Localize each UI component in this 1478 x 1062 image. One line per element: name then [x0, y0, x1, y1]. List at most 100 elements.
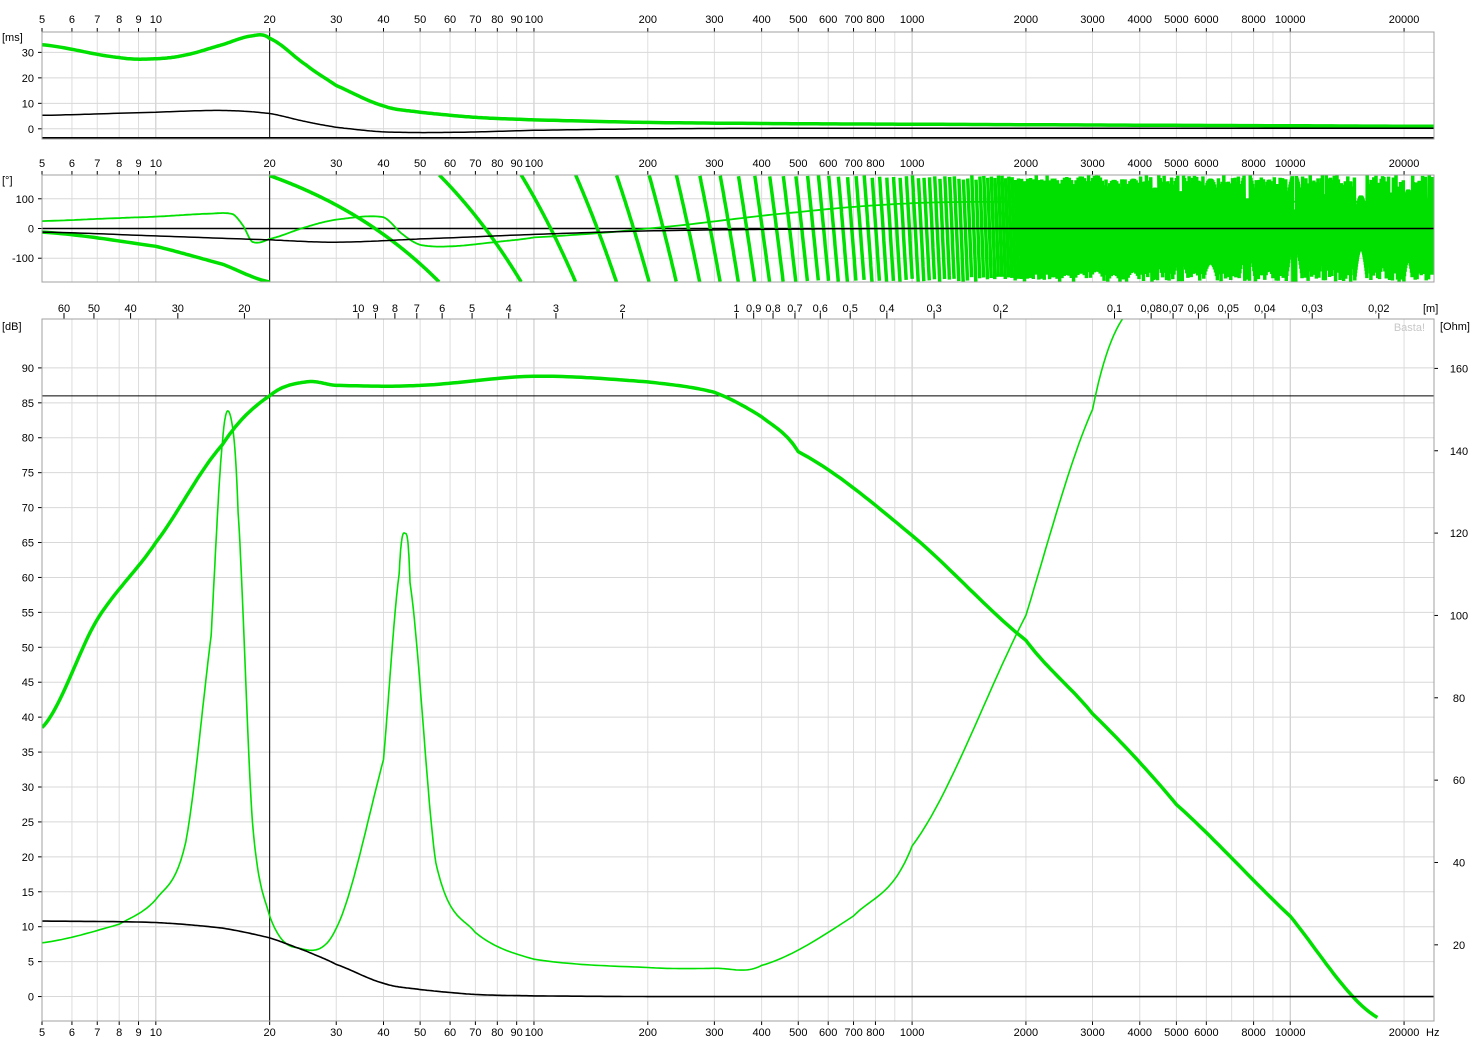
x-tick-label: 90 [511, 1027, 523, 1039]
x-tick-label: 8 [116, 14, 122, 26]
x-tick-label: 30 [330, 14, 342, 26]
x-tick-label: 1000 [900, 158, 924, 170]
x-tick-label: 50 [414, 1027, 426, 1039]
wavelength-tick-label: 0,05 [1218, 303, 1239, 315]
wavelength-tick-label: 2 [619, 303, 625, 315]
x-tick-label: 7 [94, 1027, 100, 1039]
y-tick-label: 100 [16, 194, 34, 206]
wavelength-tick-label: 0,8 [765, 303, 780, 315]
y-tick-label: 90 [22, 363, 34, 375]
wavelength-tick-label: 40 [124, 303, 136, 315]
x-tick-label: 5 [39, 158, 45, 170]
x-tick-label: 6 [69, 158, 75, 170]
x-tick-label: 8000 [1241, 158, 1265, 170]
x-tick-label: 5000 [1164, 1027, 1188, 1039]
x-tick-label: 20 [264, 14, 276, 26]
x-tick-label: 300 [705, 1027, 723, 1039]
x-tick-label: 60 [444, 1027, 456, 1039]
wavelength-tick-label: 0,03 [1302, 303, 1323, 315]
x-tick-label: 7 [94, 158, 100, 170]
x-tick-label: 80 [491, 14, 503, 26]
wavelength-tick-label: 1 [733, 303, 739, 315]
x-tick-label: 2000 [1014, 158, 1038, 170]
spl-frame [42, 319, 1434, 1021]
y-tick-label: 35 [22, 747, 34, 759]
wavelength-tick-label: 8 [392, 303, 398, 315]
x-tick-label: 4000 [1128, 14, 1152, 26]
x-tick-label: 700 [844, 158, 862, 170]
loudspeaker-simulation-chart: 0102030567891020304050607080901002003004… [0, 0, 1478, 1057]
y-tick-label: 0 [28, 992, 34, 1004]
y-tick-label: 55 [22, 607, 34, 619]
x-tick-label: 30 [330, 1027, 342, 1039]
wavelength-tick-label: 50 [88, 303, 100, 315]
series-line-0 [42, 35, 1434, 127]
y2-tick-label: 80 [1453, 693, 1465, 705]
y2-tick-label: 100 [1450, 610, 1468, 622]
x-tick-label: 5 [39, 14, 45, 26]
y2-unit-label: [Ohm] [1440, 321, 1470, 333]
x-tick-label: 300 [705, 158, 723, 170]
x-tick-label: 700 [844, 1027, 862, 1039]
wavelength-unit-label: [m] [1423, 303, 1438, 315]
y-unit-label: [dB] [2, 321, 22, 333]
x-tick-label: 6000 [1194, 158, 1218, 170]
x-tick-label: 60 [444, 14, 456, 26]
x-tick-label: 9 [135, 1027, 141, 1039]
chart-stage: 0102030567891020304050607080901002003004… [0, 0, 1478, 1057]
y-tick-label: 25 [22, 817, 34, 829]
x-tick-label: 1000 [900, 1027, 924, 1039]
y-tick-label: 75 [22, 468, 34, 480]
wavelength-tick-label: 0,6 [813, 303, 828, 315]
wavelength-tick-label: 6 [439, 303, 445, 315]
wavelength-tick-label: 60 [58, 303, 70, 315]
x-tick-label: 60 [444, 158, 456, 170]
x-tick-label: 800 [866, 14, 884, 26]
y-tick-label: 15 [22, 887, 34, 899]
wavelength-tick-label: 3 [553, 303, 559, 315]
y2-tick-label: 40 [1453, 857, 1465, 869]
y-tick-label: 60 [22, 572, 34, 584]
y2-tick-label: 120 [1450, 528, 1468, 540]
x-tick-label: 100 [525, 1027, 543, 1039]
wavelength-tick-label: 4 [506, 303, 512, 315]
x-tick-label: 20 [264, 1027, 276, 1039]
wavelength-tick-label: 30 [172, 303, 184, 315]
wavelength-tick-label: 0,02 [1368, 303, 1389, 315]
x-tick-label: 300 [705, 14, 723, 26]
x-tick-label: 1000 [900, 14, 924, 26]
wavelength-tick-label: 0,2 [993, 303, 1008, 315]
x-tick-label: 200 [639, 158, 657, 170]
x-tick-label: 400 [752, 1027, 770, 1039]
y-tick-label: 80 [22, 433, 34, 445]
x-tick-label: 8000 [1241, 1027, 1265, 1039]
y-tick-label: 0 [28, 124, 34, 136]
x-tick-label: 50 [414, 14, 426, 26]
x-tick-label: 10 [150, 1027, 162, 1039]
x-tick-label: 8000 [1241, 14, 1265, 26]
x-tick-label: 500 [789, 14, 807, 26]
wavelength-tick-label: 9 [372, 303, 378, 315]
spl-panel: 0510152025303540455055606570758085902040… [2, 303, 1470, 1039]
x-tick-label: 800 [866, 1027, 884, 1039]
wavelength-tick-label: 0,3 [926, 303, 941, 315]
x-tick-label: 2000 [1014, 14, 1038, 26]
x-tick-label: 10000 [1275, 158, 1306, 170]
x-tick-label: 50 [414, 158, 426, 170]
wrapped-phase-segment [906, 176, 912, 279]
x-tick-label: 10 [150, 158, 162, 170]
wavelength-tick-label: 5 [469, 303, 475, 315]
x-tick-label: 80 [491, 1027, 503, 1039]
x-tick-label: 6000 [1194, 1027, 1218, 1039]
spl-series-2 [42, 921, 1434, 997]
y-tick-label: 20 [22, 852, 34, 864]
x-tick-label: 600 [819, 1027, 837, 1039]
spl-series-group [42, 319, 1434, 1018]
x-tick-label: 5000 [1164, 158, 1188, 170]
y2-tick-label: 140 [1450, 446, 1468, 458]
x-tick-label: 9 [135, 158, 141, 170]
x-tick-label: 90 [511, 14, 523, 26]
x-tick-label: 70 [469, 1027, 481, 1039]
x-tick-label: 20 [264, 158, 276, 170]
x-tick-label: 400 [752, 14, 770, 26]
